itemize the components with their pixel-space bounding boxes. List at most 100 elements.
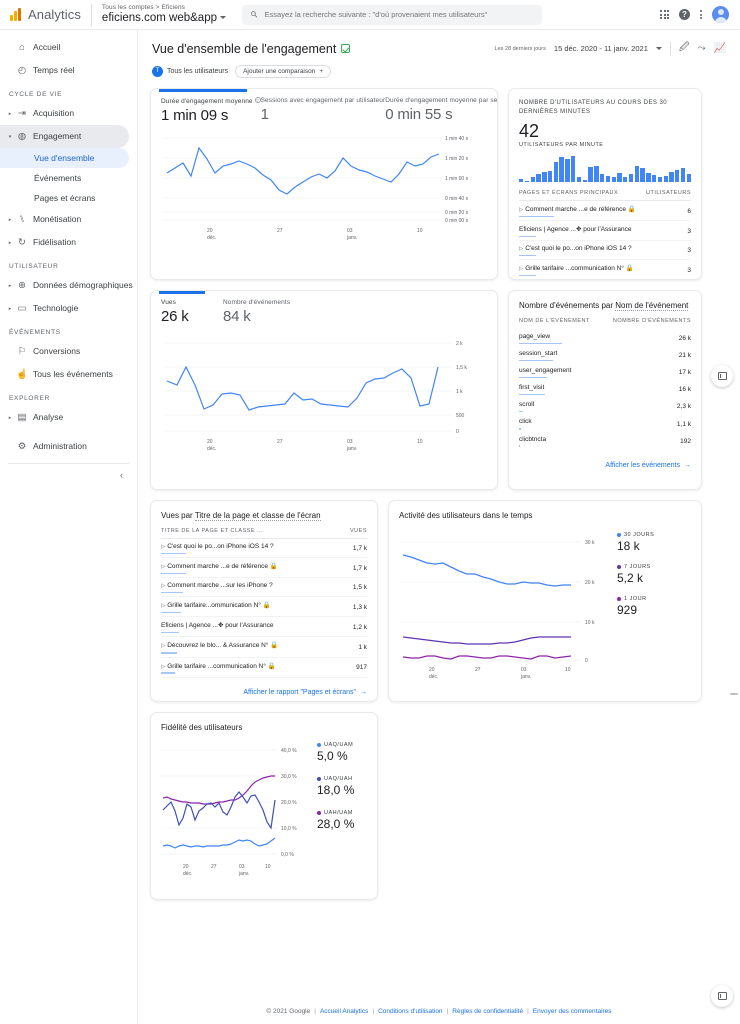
avatar[interactable] [712, 6, 729, 23]
dimension-selector[interactable]: Titre de la page et classe de l'écran [194, 511, 321, 521]
table-row[interactable]: ▷ C'est quoi le po...on iPhone iOS 14 ? 3 [519, 240, 691, 261]
feedback-button-top[interactable] [711, 365, 733, 387]
sidebar-item-monetisation[interactable]: ▸ ⑊ Monétisation [0, 208, 137, 231]
table-row[interactable]: ▷ Grille tarifaire...ommunication N° 🔒 1,3… [161, 596, 367, 618]
sidebar-subitem-label: Vue d'ensemble [34, 153, 95, 163]
svg-text:0: 0 [585, 658, 588, 664]
table-row[interactable]: ▷ Découvrez le blo... & Assurance N° 🔒 1 k [161, 636, 367, 658]
title-prefix: Nombre d'événements [519, 301, 600, 310]
chevron-down-icon [219, 16, 226, 20]
legend-label-text: 1 JOUR [624, 596, 647, 602]
svg-text:27: 27 [277, 439, 283, 445]
table-row[interactable]: ▷ Comment marche ...e de référence 🔒 6 [519, 200, 691, 222]
table-row[interactable]: ▷ Grille tarifaire ...communication N° 🔒 9… [161, 657, 367, 678]
table-row[interactable]: click 1,1 k [519, 414, 691, 431]
dimension-selector[interactable]: Nom de l'événement [615, 301, 689, 311]
expand-triangle-icon: ▷ [161, 663, 166, 670]
legend-label-text: UAQ/UAH [324, 776, 353, 782]
sidebar-item-temps-reel[interactable]: ◴ Temps réel [0, 59, 137, 82]
chevron-right-icon: ▸ [8, 110, 12, 117]
date-prefix: Les 28 derniers jours [494, 45, 546, 52]
help-icon[interactable]: ? [679, 9, 690, 20]
insights-icon[interactable]: 📈 [714, 43, 726, 54]
sidebar-item-tous-les-evenements[interactable]: ☝ Tous les événements [0, 363, 137, 386]
sidebar-item-engagement[interactable]: ▾ ◍ Engagement [0, 125, 129, 148]
svg-text:déc.: déc. [207, 446, 216, 452]
realtime-card-body: NOMBRE D'UTILISATEURS AU COURS DES 30 DE… [509, 89, 701, 279]
legend-dot-icon [317, 777, 321, 781]
footer-link-confidentialite[interactable]: Règles de confidentialité [452, 1008, 523, 1015]
cell-views: 1,7 k [340, 557, 367, 579]
account-selector[interactable]: Tous les comptes > Eficiens eficiens.com… [101, 4, 226, 24]
pages-cta[interactable]: Afficher le rapport "Pages et écrans" → [161, 678, 367, 696]
top-bar: Analytics Tous les comptes > Eficiens ef… [0, 0, 740, 30]
table-row[interactable]: user_engagement 17 k [519, 363, 691, 380]
card-active-tab-indicator[interactable] [159, 291, 205, 294]
footer-link-commentaires[interactable]: Envoyer des commentaires [533, 1008, 612, 1015]
cell-views: 1 k [340, 636, 367, 658]
table-row[interactable]: clicbtncta 192 [519, 432, 691, 449]
sidebar-item-technologie[interactable]: ▸ ▭ Technologie [0, 297, 137, 320]
table-row[interactable]: ▷ Grille tarifaire ...communication N° 🔒 3 [519, 259, 691, 279]
cell-text: first_visit [519, 384, 545, 392]
cell-event-name: click [519, 414, 601, 431]
date-range-picker[interactable]: 15 déc. 2020 - 11 janv. 2021 [554, 44, 648, 53]
table-row[interactable]: session_start 21 k [519, 346, 691, 363]
cell-page: ▷ Grille tarifaire...ommunication N° 🔒 [161, 596, 341, 618]
edit-report-icon[interactable]: 🖉 [679, 40, 690, 57]
sidebar-item-conversions[interactable]: ⚐ Conversions [0, 340, 137, 363]
account-breadcrumb: Tous les comptes > Eficiens [101, 4, 186, 12]
footer-link-conditions[interactable]: Conditions d'utilisation [378, 1008, 442, 1015]
expand-triangle-icon: ▷ [519, 207, 524, 213]
arrow-right-icon: → [684, 461, 691, 469]
metric-engaged-sessions-per-user[interactable]: Sessions avec engagement par utilisateur… [261, 97, 386, 124]
table-row[interactable]: ▷ C'est quoi le po...on iPhone iOS 14 ? 1,… [161, 538, 367, 559]
sidebar-item-pages-et-ecrans[interactable]: Pages et écrans [0, 188, 137, 208]
chevron-down-icon[interactable] [655, 47, 662, 50]
views-metrics: Vues 26 k Nombre d'événements 84 k [151, 291, 497, 325]
table-row[interactable]: ▷ Comment marche ...e de référence 🔒 1,7 k [161, 557, 367, 579]
footer-link-accueil[interactable]: Accueil Analytics [320, 1008, 368, 1015]
chevron-right-icon: ▸ [8, 239, 12, 246]
sidebar-item-vue-densemble[interactable]: Vue d'ensemble [0, 148, 129, 168]
feedback-button-bottom[interactable] [711, 985, 733, 1007]
svg-text:janv.: janv. [238, 871, 249, 877]
table-row[interactable]: Eficiens | Agence ...✥ pour l'Assurance 1… [161, 616, 367, 638]
more-options-icon[interactable] [700, 10, 702, 19]
add-comparison-button[interactable]: Ajouter une comparaison + [235, 65, 332, 78]
search-input[interactable] [264, 10, 534, 19]
metric-event-count[interactable]: Nombre d'événements 84 k [223, 299, 487, 325]
activity-chart-wrap: 30 k 20 k 10 k 0 20déc. 27 03janv. 10 [389, 520, 701, 685]
metric-avg-engagement-per-session[interactable]: Durée d'engagement moyenne par session 0… [385, 97, 497, 124]
svg-text:10,0 %: 10,0 % [281, 826, 297, 832]
events-cta[interactable]: Afficher les événements → [519, 449, 691, 469]
sidebar-item-administration[interactable]: ⚙ Administration [0, 435, 137, 458]
table-row[interactable]: first_visit 16 k [519, 380, 691, 397]
engagement-overview-card: Durée d'engagement moyenne ? 1 min 09 s … [150, 88, 498, 280]
expand-triangle-icon: ▷ [161, 583, 166, 590]
table-row[interactable]: ▷ Comment marche ...sur les iPhone ? 1,5 k [161, 577, 367, 598]
row-4: Fidélité des utilisateurs 40,0 % 30,0 % … [150, 712, 728, 900]
sidebar-item-fidelisation[interactable]: ▸ ↻ Fidélisation [0, 231, 137, 254]
apps-grid-icon[interactable] [660, 10, 669, 19]
table-row[interactable]: Eficiens | Agence ...✥ pour l'Assurance 3 [519, 220, 691, 242]
collapse-sidebar-icon[interactable]: ‹ [120, 470, 123, 480]
legend-item-7-days: 7 JOURS 5,2 k [617, 564, 654, 585]
table-row[interactable]: scroll 2,3 k [519, 397, 691, 414]
resize-grip[interactable] [730, 693, 738, 695]
svg-text:1 min 00 s: 1 min 00 s [445, 176, 469, 182]
card-active-tab-indicator[interactable] [159, 89, 247, 92]
sidebar-item-accueil[interactable]: ⌂ Accueil [0, 36, 137, 59]
loyalty-card-body: Fidélité des utilisateurs [151, 713, 377, 732]
sidebar-item-analyse[interactable]: ▸ ▤ Analyse [0, 406, 137, 429]
sidebar-item-evenements[interactable]: Événements [0, 168, 137, 188]
share-icon[interactable]: ⤳ [698, 43, 706, 54]
svg-text:10: 10 [417, 228, 423, 234]
sidebar-item-donnees-demographiques[interactable]: ▸ ⊕ Données démographiques [0, 274, 137, 297]
search-box[interactable] [241, 4, 542, 25]
sidebar-section-explorer: EXPLORER [9, 395, 51, 402]
sidebar-item-acquisition[interactable]: ▸ ⇥ Acquisition [0, 102, 137, 125]
chip-all-users[interactable]: T Tous les utilisateurs [152, 66, 228, 77]
table-row[interactable]: page_view 26 k [519, 329, 691, 346]
metric-value: 1 min 09 s [161, 107, 229, 124]
